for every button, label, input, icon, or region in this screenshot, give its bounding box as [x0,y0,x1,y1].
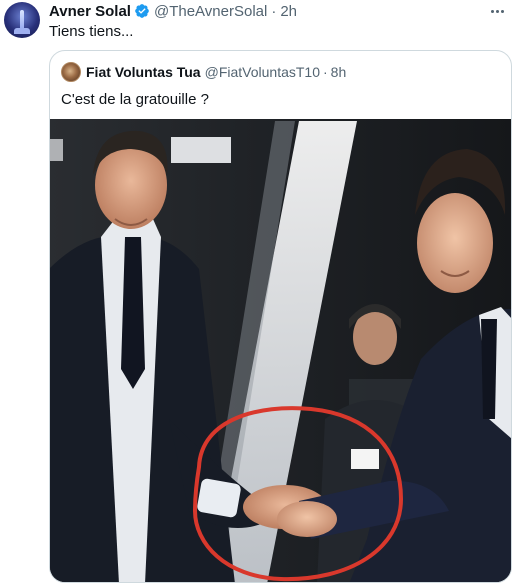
header-separator: · [271,2,277,20]
quoted-timestamp[interactable]: 8h [331,64,347,80]
quoted-tweet[interactable]: Fiat Voluntas Tua @FiatVoluntasT10 · 8h … [49,50,512,583]
verified-badge-icon[interactable] [134,3,150,19]
quoted-tweet-photo[interactable] [50,119,511,582]
more-options-icon[interactable] [487,4,507,18]
more-dot [500,9,504,13]
tweet[interactable]: Avner Solal @TheAvnerSolal · 2h Tiens ti… [0,0,515,586]
quoted-author-avatar[interactable] [61,62,81,82]
author-handle[interactable]: @TheAvnerSolal [154,3,267,20]
tweet-text: Tiens tiens... [49,23,134,40]
quoted-tweet-text: C'est de la gratouille ? [61,91,209,108]
author-name[interactable]: Avner Solal [49,3,131,20]
photo-illustration [50,119,511,582]
tweet-timestamp[interactable]: 2h [280,3,297,20]
author-avatar[interactable] [4,2,40,38]
quoted-author-name[interactable]: Fiat Voluntas Tua [86,64,201,80]
tweet-header: Avner Solal @TheAvnerSolal · 2h [49,2,297,20]
quoted-separator: · [323,64,328,80]
more-dot [495,9,499,13]
more-dot [490,9,494,13]
avatar-decoration [14,28,30,34]
quoted-tweet-header: Fiat Voluntas Tua @FiatVoluntasT10 · 8h [61,62,346,82]
quoted-author-handle[interactable]: @FiatVoluntasT10 [205,64,320,80]
